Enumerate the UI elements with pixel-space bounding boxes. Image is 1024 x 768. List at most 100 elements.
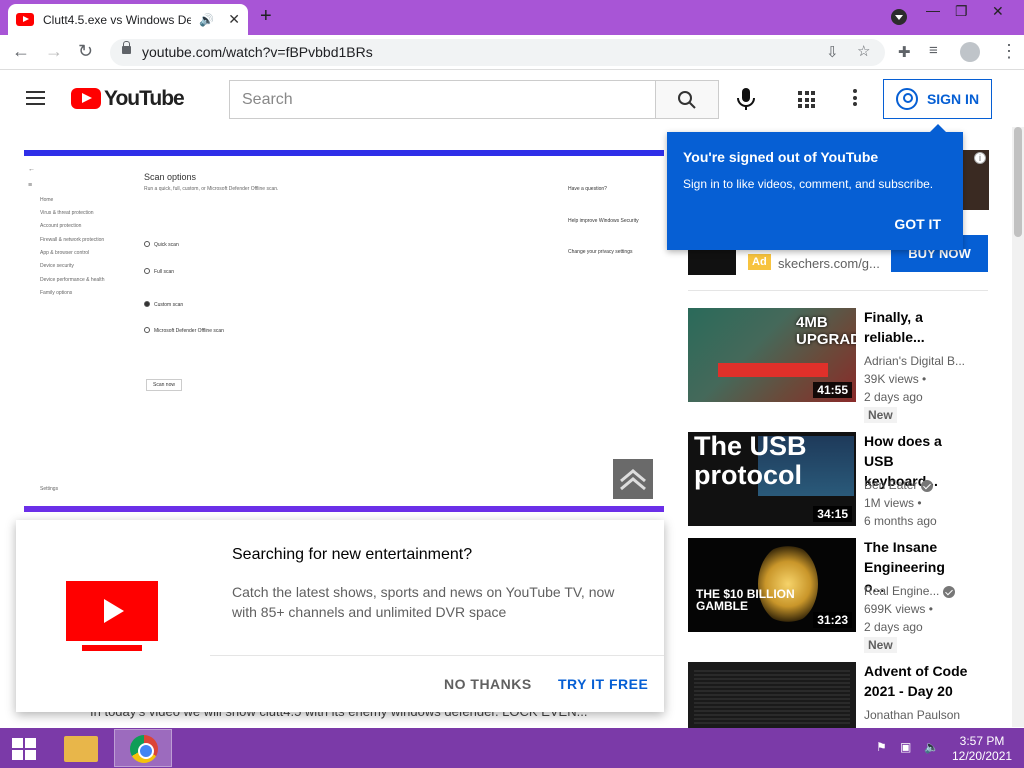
promo-title: Searching for new entertainment? xyxy=(232,546,473,563)
upload-age: 6 months ago xyxy=(864,514,937,528)
option-offline-scan: Microsoft Defender Offline scan xyxy=(154,328,224,334)
video-thumbnail[interactable] xyxy=(688,662,856,728)
hamburger-icon: ≡ xyxy=(28,182,33,189)
youtube-tv-promo-dialog: Searching for new entertainment? Catch t… xyxy=(16,520,664,712)
no-thanks-button[interactable]: NO THANKS xyxy=(444,676,532,692)
channel-name-text: Ben Eater xyxy=(864,478,918,492)
popup-body: Sign in to like videos, comment, and sub… xyxy=(683,177,934,191)
duration-badge: 34:15 xyxy=(813,506,852,522)
channel-name[interactable]: Jonathan Paulson xyxy=(864,708,960,722)
duration-badge: 41:55 xyxy=(813,382,852,398)
video-title-line1[interactable]: The Insane xyxy=(864,537,968,557)
user-circle-icon xyxy=(895,88,918,110)
video-player[interactable]: ← ≡ Home Virus & threat protection Accou… xyxy=(24,150,664,512)
new-tab-button[interactable]: + xyxy=(260,5,272,28)
divider xyxy=(210,655,664,656)
advertiser-logo[interactable] xyxy=(688,250,736,275)
video-title-line2[interactable]: reliable... xyxy=(864,327,968,347)
close-tab-icon[interactable]: ✕ xyxy=(228,11,240,28)
try-it-free-button[interactable]: TRY IT FREE xyxy=(558,676,648,692)
file-explorer-icon[interactable] xyxy=(64,736,98,762)
address-bar[interactable]: youtube.com/watch?v=fBPvbbd1BRs ⇩ ☆ xyxy=(110,39,885,66)
search-input[interactable] xyxy=(230,81,656,118)
youtube-logo-icon[interactable] xyxy=(71,88,101,109)
option-custom-scan: Custom scan xyxy=(154,302,184,308)
youtube-favicon-icon xyxy=(16,13,34,26)
lock-icon[interactable] xyxy=(122,41,131,54)
browser-tab[interactable]: Clutt4.5.exe vs Windows Def 🔊 ✕ xyxy=(8,4,248,35)
bookmark-star-icon[interactable]: ☆ xyxy=(857,42,870,60)
network-icon[interactable]: ▣ xyxy=(900,740,911,754)
scrollbar-thumb[interactable] xyxy=(1014,127,1022,237)
sign-in-button[interactable]: SIGN IN xyxy=(883,79,992,119)
microphone-icon[interactable] xyxy=(734,86,758,112)
video-title-line2[interactable]: 2021 - Day 20 xyxy=(864,681,968,701)
reload-icon[interactable]: ↻ xyxy=(78,41,93,62)
clock-time: 3:57 PM xyxy=(959,734,1005,748)
view-count: 39K views • xyxy=(864,372,927,386)
profile-avatar[interactable] xyxy=(960,42,980,62)
channel-name[interactable]: Ben Eater xyxy=(864,478,934,492)
view-count: 1M views • xyxy=(864,496,922,510)
thumb-caption: 4MB UPGRADE xyxy=(796,314,856,348)
side-heading-privacy: Change your privacy settings xyxy=(568,249,633,255)
channel-name[interactable]: Adrian's Digital B... xyxy=(864,354,965,368)
new-badge: New xyxy=(864,407,897,423)
search-button[interactable] xyxy=(655,80,719,119)
radio-offline-icon xyxy=(144,327,150,333)
browser-menu-icon[interactable]: ⋮ xyxy=(1000,41,1018,62)
sign-in-label: SIGN IN xyxy=(926,91,980,107)
apps-grid-icon[interactable] xyxy=(798,91,815,108)
menu-hamburger-icon[interactable] xyxy=(26,91,45,105)
tab-search-icon[interactable] xyxy=(891,9,907,25)
close-window-button[interactable]: ✕ xyxy=(992,3,1004,20)
volume-muted-icon[interactable]: 🔈 xyxy=(924,740,939,754)
search-box xyxy=(229,80,656,119)
radio-full-icon xyxy=(144,268,150,274)
settings-more-icon[interactable] xyxy=(853,89,857,109)
divider xyxy=(688,290,988,291)
channel-name[interactable]: Real Engine... xyxy=(864,584,956,598)
info-icon[interactable]: i xyxy=(974,152,986,164)
video-title-line1[interactable]: Finally, a xyxy=(864,307,968,327)
install-app-icon[interactable]: ⇩ xyxy=(826,43,839,61)
url-text: youtube.com/watch?v=fBPvbbd1BRs xyxy=(142,44,373,60)
forward-arrow-icon[interactable]: → xyxy=(45,41,63,62)
windows-start-icon[interactable] xyxy=(12,738,38,760)
restore-button[interactable]: ❐ xyxy=(955,3,968,20)
chrome-icon xyxy=(130,735,158,763)
video-title-line1[interactable]: Advent of Code xyxy=(864,661,968,681)
verified-check-icon xyxy=(921,479,934,492)
tv-stand-icon xyxy=(82,645,142,651)
thumb-caption: THE $10 BILLION GAMBLE xyxy=(696,587,795,613)
new-badge: New xyxy=(864,637,897,653)
chrome-taskbar-button[interactable] xyxy=(114,729,172,767)
option-full-scan: Full scan xyxy=(154,269,175,275)
system-clock[interactable]: 3:57 PM 12/20/2021 xyxy=(952,734,1012,764)
back-arrow-icon[interactable]: ← xyxy=(12,41,30,62)
nav-settings: Settings xyxy=(40,486,59,492)
ad-url[interactable]: skechers.com/g... xyxy=(778,256,880,271)
got-it-button[interactable]: GOT IT xyxy=(894,216,941,232)
page-scrollbar[interactable] xyxy=(1012,127,1024,727)
action-center-flag-icon[interactable]: ⚑ xyxy=(876,740,887,754)
tab-title: Clutt4.5.exe vs Windows Def xyxy=(43,12,192,27)
minimize-button[interactable]: — xyxy=(926,2,940,18)
youtube-header: YouTube SIGN IN xyxy=(0,71,1024,127)
media-control-icon[interactable]: ≡ xyxy=(929,42,938,59)
nav-device-performance: Device performance & health xyxy=(40,277,105,283)
youtube-wordmark[interactable]: YouTube xyxy=(104,87,185,111)
video-thumbnail[interactable]: THE $10 BILLION GAMBLE 31:23 xyxy=(688,538,856,632)
verified-check-icon xyxy=(943,585,956,598)
video-thumbnail[interactable]: The USB protocol 34:15 xyxy=(688,432,856,526)
upload-age: 2 days ago xyxy=(864,620,923,634)
nav-app-browser: App & browser control xyxy=(40,250,90,256)
radio-quick-icon xyxy=(144,241,150,247)
video-title-line1[interactable]: How does a xyxy=(864,431,968,451)
extensions-icon[interactable]: ✚ xyxy=(898,43,911,61)
nav-family: Family options xyxy=(40,290,73,296)
speaker-icon[interactable]: 🔊 xyxy=(199,13,214,27)
video-thumbnail[interactable]: 4MB UPGRADE 41:55 xyxy=(688,308,856,402)
chevron-up-icon[interactable] xyxy=(613,459,653,499)
thumb-caption: The USB protocol xyxy=(694,432,807,490)
